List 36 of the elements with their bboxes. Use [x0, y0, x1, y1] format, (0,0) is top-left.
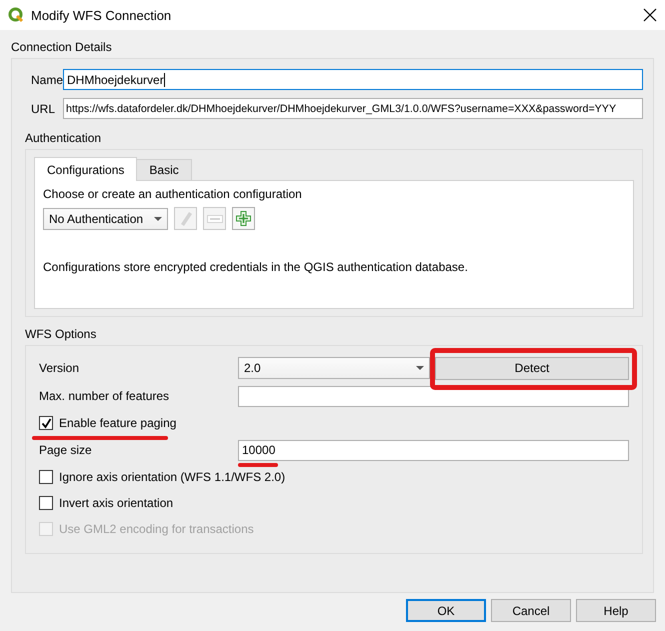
- app-logo-icon: [8, 7, 24, 23]
- minus-icon: [206, 214, 222, 222]
- checkbox[interactable]: [39, 470, 53, 484]
- input-field[interactable]: DHMhoejdekurver: [63, 69, 643, 90]
- auth-config-dropdown[interactable]: No Authentication: [43, 208, 168, 230]
- field-label: Version: [39, 361, 80, 375]
- section-title: WFS Options: [25, 327, 96, 341]
- pencil-icon: [178, 210, 192, 226]
- checkbox-label: Invert axis orientation: [59, 496, 174, 510]
- prompt-text: Choose or create an authentication configuration: [43, 187, 303, 201]
- section-title: Authentication: [25, 131, 102, 145]
- checkbox[interactable]: [39, 416, 53, 430]
- detect-button[interactable]: Detect: [435, 356, 629, 380]
- field-label: Page size: [39, 443, 93, 457]
- version-dropdown[interactable]: 2.0: [238, 357, 430, 379]
- field-label: Max. number of features: [39, 389, 170, 403]
- checkbox[interactable]: [39, 496, 53, 510]
- plus-icon: [236, 211, 251, 226]
- input-field[interactable]: 10000: [238, 440, 629, 460]
- tab[interactable]: Configurations: [34, 157, 138, 181]
- dialog-button[interactable]: OK: [406, 599, 486, 622]
- section-title: Connection Details: [11, 40, 112, 54]
- caret-icon: [416, 366, 424, 370]
- checkbox-label: Ignore axis orientation (WFS 1.1/WFS 2.0): [59, 470, 286, 484]
- checkbox-label: Enable feature paging: [59, 416, 176, 430]
- input-field[interactable]: https://wfs.datafordeler.dk/DHMhoejdekurver/DHMhoejdekurver_GML3/1.0.0/WFS?username=XXX&password=YYY: [63, 98, 643, 119]
- plus-button[interactable]: [232, 207, 255, 230]
- checkbox-label: Use GML2 encoding for transactions: [59, 522, 254, 536]
- info-text: Configurations store encrypted credentials in the QGIS authentication database.: [43, 260, 469, 274]
- caret-icon: [154, 216, 162, 220]
- close-icon[interactable]: [643, 8, 657, 22]
- field-label: URL: [30, 102, 56, 116]
- window-title: Modify WFS Connection: [31, 8, 172, 22]
- dialog-button[interactable]: Cancel: [491, 599, 571, 622]
- tab[interactable]: Basic: [136, 159, 192, 180]
- dialog-button[interactable]: Help: [576, 599, 656, 622]
